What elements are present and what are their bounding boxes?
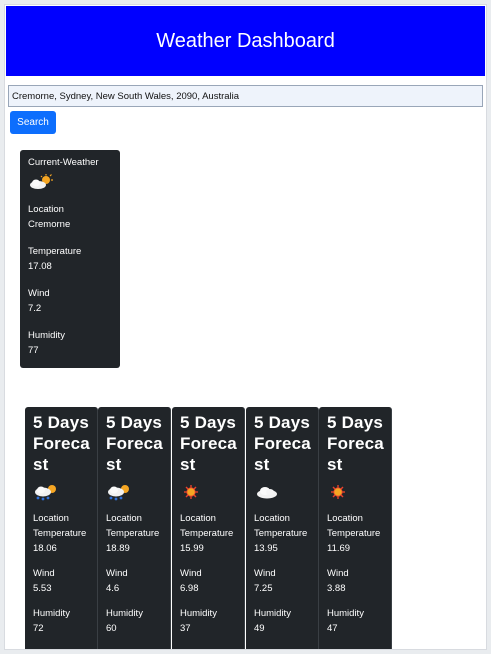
partly-cloudy-icon [28,174,112,190]
humidity-label: Humidity [254,608,291,619]
current-weather-card: Current-Weather Location Cremorne Temper… [20,150,120,368]
forecast-card: 5 Days Forecast Location Temperature 11.… [319,407,392,649]
forecast-title: 5 Days Forecast [327,413,384,474]
wind-label: Wind [106,568,128,579]
rain-sun-icon [106,483,162,505]
wind-value: 7.25 [254,583,273,594]
rain-sun-icon [33,483,89,505]
temperature-value: 11.69 [327,543,351,554]
wind-value: 4.6 [106,583,120,594]
forecast-title: 5 Days Forecast [180,413,237,474]
wind-label: Wind [180,568,202,579]
forecast-card: 5 Days Forecast Location Temperature 13.… [246,407,319,649]
humidity-label: Humidity [180,608,217,619]
humidity-value: 77 [28,345,39,356]
cloud-icon [254,483,310,505]
sun-icon [327,483,383,505]
wind-value: 5.53 [33,583,52,594]
humidity-label: Humidity [33,608,70,619]
current-weather-title: Current-Weather [28,157,99,168]
humidity-value: 49 [254,623,265,634]
location-label: Location [28,204,64,215]
page-title: Weather Dashboard [156,29,335,52]
page-header: Weather Dashboard [6,6,485,76]
humidity-label: Humidity [327,608,364,619]
humidity-label: Humidity [28,330,65,341]
temperature-label: Temperature [33,528,87,539]
forecast-card: 5 Days Forecast Location Temperature 18.… [25,407,98,649]
temperature-value: 18.89 [106,543,130,554]
temperature-value: 15.99 [180,543,204,554]
location-value: Cremorne [28,219,71,230]
sun-icon [180,483,236,505]
wind-label: Wind [327,568,349,579]
location-label: Location [327,513,363,524]
humidity-label: Humidity [106,608,143,619]
wind-label: Wind [33,568,55,579]
temperature-label: Temperature [327,528,381,539]
wind-value: 3.88 [327,583,346,594]
temperature-label: Temperature [28,246,82,257]
forecast-card: 5 Days Forecast Location Temperature 18.… [98,407,171,649]
humidity-value: 37 [180,623,191,634]
wind-label: Wind [254,568,276,579]
humidity-value: 60 [106,623,117,634]
forecast-card: 5 Days Forecast Location Temperature 15.… [172,407,245,649]
forecast-title: 5 Days Forecast [254,413,311,474]
location-label: Location [33,513,69,524]
location-label: Location [106,513,142,524]
temperature-label: Temperature [106,528,160,539]
temperature-value: 18.06 [33,543,57,554]
temperature-label: Temperature [180,528,234,539]
wind-value: 6.98 [180,583,199,594]
wind-value: 7.2 [28,303,42,314]
temperature-value: 17.08 [28,261,52,272]
search-input[interactable] [8,85,483,107]
temperature-value: 13.95 [254,543,278,554]
wind-label: Wind [28,288,50,299]
search-button[interactable]: Search [10,111,56,134]
forecast-title: 5 Days Forecast [106,413,163,474]
location-label: Location [180,513,216,524]
humidity-value: 72 [33,623,44,634]
temperature-label: Temperature [254,528,308,539]
page-frame: Weather Dashboard Search Current-Weather… [4,4,487,650]
location-label: Location [254,513,290,524]
forecast-title: 5 Days Forecast [33,413,90,474]
humidity-value: 47 [327,623,338,634]
